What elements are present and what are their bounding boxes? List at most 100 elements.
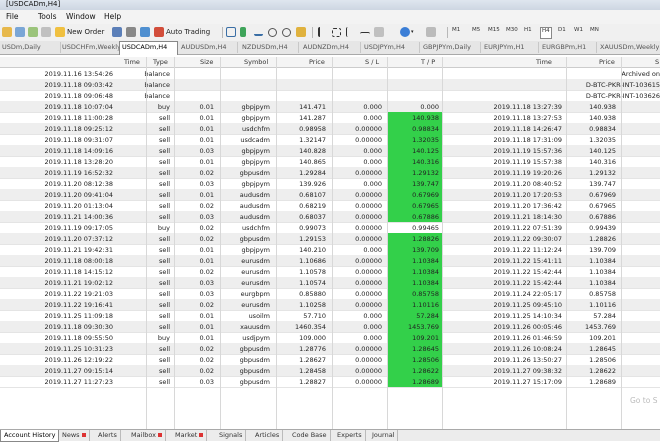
timeframe-w1[interactable]: W1 [574,27,583,37]
new-order-button[interactable]: New Order [55,26,104,38]
cell-symbol: gbpjpym [241,114,271,122]
cell-sl: 0.00000 [355,213,382,221]
header-size[interactable]: Size [200,58,213,66]
bar-chart-button[interactable] [226,26,236,38]
cell-ctime: 2019.11.18 14:26:47 [493,125,562,133]
open-folder-button[interactable] [2,26,12,38]
trendline-button[interactable] [374,26,384,38]
navigator-button[interactable] [41,26,51,38]
chart-tab[interactable]: USDm,Daily [0,42,61,53]
cell-size: 0.02 [199,169,214,177]
tab-alerts[interactable]: Alerts [95,430,121,441]
header-swap[interactable]: S [655,58,659,66]
tab-market[interactable]: Market [172,430,208,441]
tab-articles[interactable]: Articles [252,430,284,441]
cell-type: sell [159,191,170,199]
periods-button[interactable]: ▾ [400,26,414,38]
cell-time: 2019.11.20 09:41:04 [44,191,113,199]
timeframe-h1[interactable]: H1 [524,27,532,37]
chart-tab[interactable]: EURJPYm,H1 [482,42,539,53]
chart-tab[interactable]: AUDUSDm,H4 [179,42,238,53]
cell-cprice: 0.67886 [589,213,616,221]
strategy-tester-button[interactable] [126,26,136,38]
header-tp[interactable]: T / P [421,58,435,66]
header-close-time[interactable]: Time [536,58,552,66]
cell-symbol: gbpusdm [239,367,270,375]
header-time[interactable]: Time [124,58,140,66]
cursor-icon [318,27,326,37]
cell-symbol: gbpusdm [239,345,270,353]
candle-chart-button[interactable] [240,26,246,38]
tab-journal[interactable]: Journal [369,430,399,441]
tab-account-history[interactable]: Account History [0,430,60,442]
profiles-button[interactable] [15,26,25,38]
cell-price: 140.865 [299,158,326,166]
notification-badge-icon [81,433,86,437]
cell-symbol: gbpjpym [241,246,271,254]
tab-label: News [62,431,80,439]
menu-tools[interactable]: Tools [38,12,56,21]
timeframe-mn[interactable]: MN [590,27,599,37]
tab-label: Mailbox [131,431,156,439]
menu-file[interactable]: File [6,12,19,21]
timeframe-h4[interactable]: H4 [540,27,552,39]
tile-windows-button[interactable] [296,26,306,38]
cell-ctime: 2019.11.26 01:46:59 [493,334,562,342]
tab-code-base[interactable]: Code Base [289,430,331,441]
metaeditor-button[interactable] [112,26,122,38]
depth-button[interactable] [140,26,150,38]
tab-news[interactable]: News [59,430,90,441]
cell-sl: 0.00000 [355,136,382,144]
cell-ctime: 2019.11.19 15:57:36 [493,147,562,155]
zoom-out-button[interactable] [282,26,291,38]
tab-signals[interactable]: Signals [216,430,247,441]
tab-mailbox[interactable]: Mailbox [128,430,166,441]
cell-type: balance [144,70,170,78]
tab-experts[interactable]: Experts [334,430,366,441]
chart-tab[interactable]: GBPJPYm,Daily [421,42,481,53]
cell-cprice: 1.28645 [589,345,616,353]
cell-time: 2019.11.27 11:27:23 [44,378,113,386]
menu-window[interactable]: Window [66,12,96,21]
chart-tab[interactable]: XAUUSDm,Weekly [598,42,660,53]
horizontal-line-button[interactable] [360,26,370,38]
cell-cprice: 1.29132 [589,169,616,177]
timeframe-d1[interactable]: D1 [558,27,566,37]
cell-ctime: 2019.11.20 17:36:42 [493,202,562,210]
chart-tab[interactable]: AUDNZDm,H4 [301,42,361,53]
header-price[interactable]: Price [309,58,325,66]
cell-tp: 1.28622 [412,367,439,375]
table-row[interactable]: 2019.11.27 11:27:23 sell 0.03 gbpusdm 1.2882… [0,376,660,388]
timeframe-m5[interactable]: M5 [472,27,480,37]
cell-time: 2019.11.25 11:09:18 [44,312,113,320]
cell-ctime: 2019.11.22 15:42:44 [493,268,562,276]
chart-tab-active[interactable]: USDCADm,H4 [119,41,178,55]
vertical-line-icon [346,27,350,37]
templates-button[interactable] [426,26,436,38]
header-type[interactable]: Type [153,58,168,66]
timeframe-m15[interactable]: M15 [488,27,500,37]
line-chart-button[interactable] [254,26,263,38]
market-watch-button[interactable] [28,26,38,38]
auto-trading-button[interactable]: Auto Trading [154,26,210,38]
vertical-line-button[interactable] [346,26,350,38]
header-symbol[interactable]: Symbol [244,58,268,66]
chart-tab[interactable]: USDJPYm,H4 [362,42,420,53]
cell-time: 2019.11.18 11:00:28 [44,114,113,122]
timeframe-m1[interactable]: M1 [452,27,460,37]
cell-type: balance [144,92,170,100]
zoom-in-button[interactable] [268,26,277,38]
templates-icon [426,27,436,37]
chart-tab[interactable]: EURGBPm,H1 [540,42,597,53]
cell-cprice: 140.938 [589,114,616,122]
cell-cprice: 140.316 [589,158,616,166]
chart-tab[interactable]: NZDUSDm,H4 [240,42,299,53]
header-sl[interactable]: S / L [365,58,379,66]
cursor-button[interactable] [318,26,326,38]
timeframe-m30[interactable]: M30 [506,27,518,37]
crosshair-button[interactable] [332,26,341,38]
chart-tab[interactable]: USDCHFm,Weekly [60,42,121,53]
header-close-price[interactable]: Price [599,58,615,66]
menu-help[interactable]: Help [104,12,121,21]
cell-sl: 0.00000 [355,345,382,353]
